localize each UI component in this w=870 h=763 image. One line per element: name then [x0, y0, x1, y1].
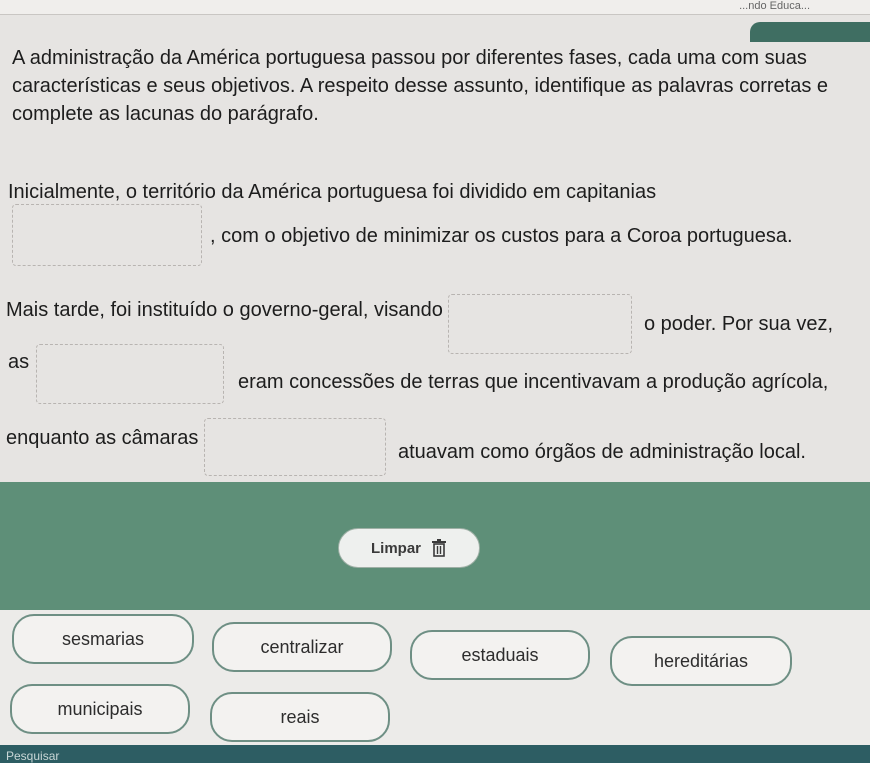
option-chip[interactable]: sesmarias	[12, 614, 194, 664]
option-label: sesmarias	[61, 628, 145, 649]
option-label: centralizar	[260, 636, 344, 657]
browser-top-bar: ...ndo Educa...	[0, 0, 870, 15]
paragraph-line-3-after: o poder. Por sua vez,	[644, 313, 834, 335]
blank-2[interactable]	[448, 294, 632, 354]
option-label: reais	[280, 706, 320, 727]
option-label: hereditárias	[653, 650, 749, 671]
option-label: estaduais	[461, 644, 539, 665]
blank-1[interactable]	[12, 204, 202, 266]
option-chip[interactable]: centralizar	[212, 622, 392, 672]
taskbar-search-label[interactable]: Pesquisar	[6, 749, 59, 763]
paragraph-line-5-before: enquanto as câmaras	[6, 427, 199, 449]
option-chip[interactable]: hereditárias	[610, 636, 792, 686]
blank-3[interactable]	[36, 344, 224, 404]
taskbar	[0, 745, 870, 763]
paragraph-line-2-after: , com o objetivo de minimizar os custos …	[210, 225, 793, 247]
paragraph-line-4-after: eram concessões de terras que incentivav…	[238, 371, 829, 393]
option-label: municipais	[57, 698, 143, 719]
clear-button[interactable]: Limpar	[338, 528, 480, 568]
option-chip[interactable]: municipais	[10, 684, 190, 734]
option-chip[interactable]: estaduais	[410, 630, 590, 680]
question-text: A administração da América portuguesa pa…	[12, 47, 828, 125]
clear-button-label: Limpar	[370, 539, 421, 557]
paragraph-line-1: Inicialmente, o território da América po…	[8, 181, 657, 203]
top-bar-text: ...ndo Educa...	[739, 0, 810, 12]
paragraph-line-5-after: atuavam como órgãos de administração loc…	[398, 441, 806, 463]
blank-4[interactable]	[204, 418, 386, 476]
paragraph-line-3-before: Mais tarde, foi instituído o governo-ger…	[6, 299, 443, 321]
header-accent-bar	[750, 22, 870, 42]
trash-icon	[431, 539, 447, 557]
paragraph-line-4-before: as	[8, 351, 30, 373]
option-chip[interactable]: reais	[210, 692, 390, 742]
